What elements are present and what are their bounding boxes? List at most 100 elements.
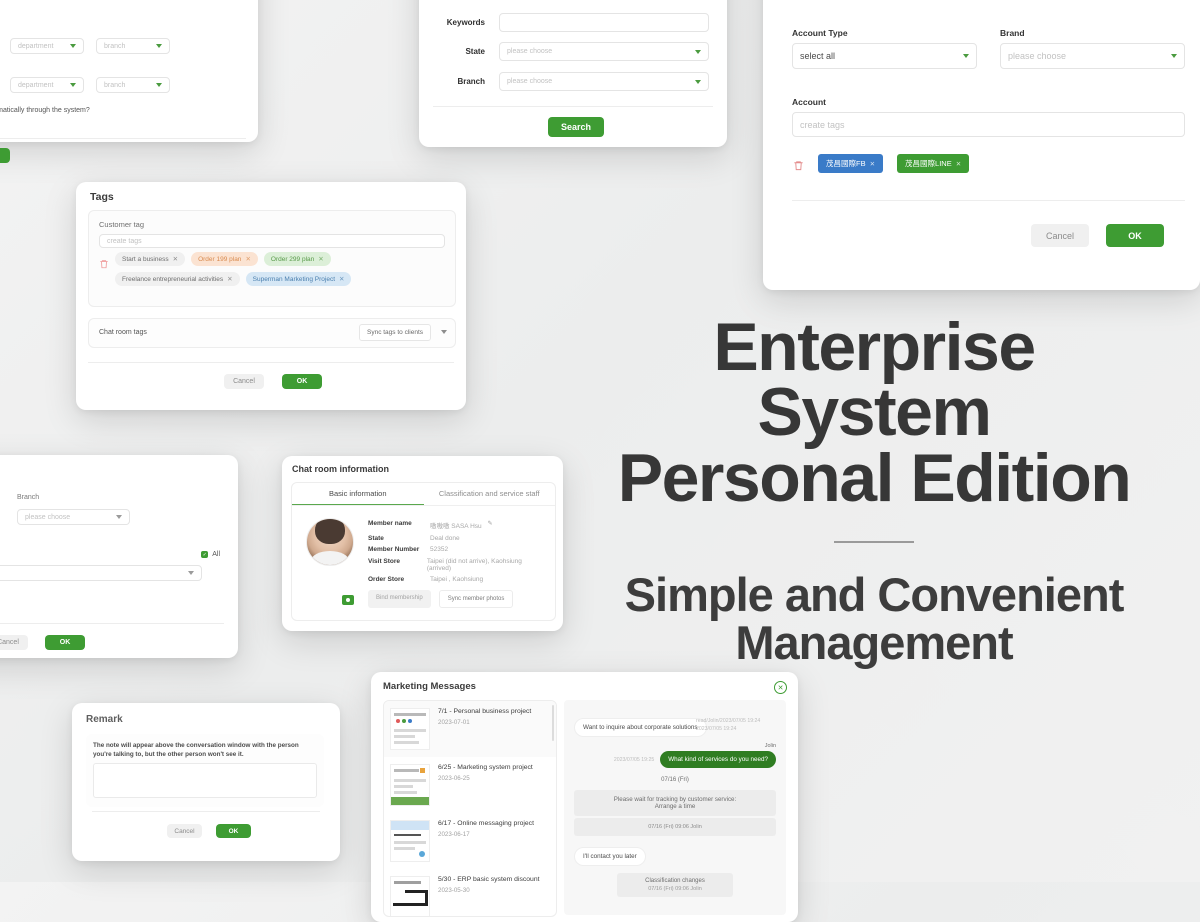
branch-ok-button[interactable]: OK — [45, 635, 85, 650]
delete-icon[interactable] — [99, 256, 110, 269]
branch-cancel-button[interactable]: Cancel — [0, 635, 28, 650]
list-item[interactable]: 7/1 - Personal business project 2023-07-… — [384, 701, 556, 757]
remark-cancel-button[interactable]: Cancel — [167, 824, 202, 838]
account-create-tags-input[interactable]: create tags — [792, 112, 1185, 137]
search-button[interactable]: Search — [548, 117, 604, 137]
keywords-input[interactable] — [499, 13, 709, 32]
remark-dialog-title: Remark — [86, 714, 123, 725]
org-divider — [0, 138, 246, 139]
chevron-down-icon — [1171, 54, 1177, 58]
hero-divider — [834, 540, 914, 543]
member-number-value: 52352 — [430, 546, 449, 553]
department-select-row2[interactable]: department — [10, 77, 84, 93]
tag-chip[interactable]: Freelance entrepreneurial activities ✕ — [115, 272, 240, 286]
all-label: All — [212, 551, 220, 558]
visit-store-row: Visit Store Taipei (did not arrive), Kao… — [368, 558, 541, 572]
marketing-message-list[interactable]: 7/1 - Personal business project 2023-07-… — [383, 700, 557, 917]
customer-tag-list: Start a business ✕ Order 199 plan ✕ Orde… — [115, 252, 445, 286]
account-type-select[interactable]: select all — [792, 43, 977, 69]
account-ok-button[interactable]: OK — [1106, 224, 1164, 247]
close-icon[interactable]: ✕ — [870, 160, 875, 168]
screenshot-stage: Enterprise System Personal Edition Simpl… — [0, 0, 1200, 922]
org-ok-button[interactable]: OK — [0, 148, 10, 163]
scrollbar[interactable] — [552, 705, 554, 741]
list-item-title: 6/25 - Marketing system project — [438, 764, 533, 771]
visit-store-key: Visit Store — [368, 557, 401, 565]
close-circle-icon[interactable]: ✕ — [774, 681, 787, 694]
account-chip-line[interactable]: 茂昌國際LINE ✕ — [897, 154, 970, 173]
close-icon[interactable]: ✕ — [245, 255, 250, 263]
chevron-down-icon — [695, 49, 701, 54]
tag-chip-label: Freelance entrepreneurial activities — [122, 275, 224, 283]
remark-panel: The note will appear above the conversat… — [86, 734, 324, 807]
order-store-value: Taipei , Kaohsiung — [430, 576, 484, 583]
chevron-down-icon[interactable] — [441, 330, 447, 334]
camera-icon[interactable] — [341, 594, 355, 606]
tags-dialog: Tags Customer tag create tags Start a bu… — [76, 182, 466, 410]
chat-room-tags-label: Chat room tags — [99, 329, 147, 336]
checkbox-checked-icon[interactable]: ✓ — [201, 551, 209, 558]
tab-basic-information[interactable]: Basic information — [292, 483, 424, 505]
account-cancel-button[interactable]: Cancel — [1031, 224, 1089, 247]
state-value: Deal done — [430, 534, 460, 542]
avatar — [306, 518, 355, 608]
branch-select-row1[interactable]: branch — [96, 38, 170, 54]
branch-dialog-branch-select[interactable]: please choose — [17, 509, 130, 525]
branch-select-row2[interactable]: branch — [96, 77, 170, 93]
list-item[interactable]: 6/25 - Marketing system project 2023-06-… — [384, 757, 556, 813]
state-select[interactable]: please choose — [499, 42, 709, 61]
tag-chip[interactable]: Superman Marketing Project ✕ — [245, 272, 352, 286]
brand-select[interactable]: please choose — [1000, 43, 1185, 69]
state-select-value: please choose — [507, 48, 553, 55]
chevron-down-icon — [156, 44, 162, 48]
chat-bubble-incoming: Want to inquire about corporate solution… — [574, 718, 707, 737]
chat-read-meta-1: read/Jolin/2023/07/05 19:24 — [696, 718, 761, 724]
close-icon[interactable]: ✕ — [318, 255, 323, 263]
state-key: State — [368, 534, 384, 542]
close-icon[interactable]: ✕ — [339, 275, 344, 283]
member-name-key: Member name — [368, 520, 412, 527]
edit-icon[interactable]: ✎ — [488, 520, 493, 530]
tags-ok-button[interactable]: OK — [282, 374, 322, 389]
tab-classification-and-service-staff[interactable]: Classification and service staff — [424, 483, 556, 505]
chevron-down-icon — [695, 79, 701, 84]
chat-bubble-outgoing: What kind of services do you need? — [660, 751, 776, 768]
sync-member-photos-button[interactable]: Sync member photos — [438, 590, 514, 608]
remark-textarea[interactable] — [93, 763, 317, 798]
branch-select-row2-value: branch — [104, 81, 126, 89]
organization-dialog: company department branch Service person… — [0, 0, 258, 163]
multi-select[interactable] — [0, 565, 202, 581]
chat-bubble-incoming-2: I'll contact you later — [574, 847, 646, 866]
tag-chip[interactable]: Start a business ✕ — [115, 252, 186, 266]
tags-cancel-button[interactable]: Cancel — [224, 374, 264, 389]
close-icon[interactable]: ✕ — [173, 255, 178, 263]
remark-ok-button[interactable]: OK — [216, 824, 251, 838]
close-icon[interactable]: ✕ — [227, 275, 232, 283]
customer-tag-input[interactable]: create tags — [99, 234, 445, 248]
branch-select[interactable]: please choose — [499, 72, 709, 91]
tag-chip[interactable]: Order 299 plan ✕ — [263, 252, 331, 266]
sync-tags-button[interactable]: Sync tags to clients — [359, 324, 431, 341]
all-checkbox-row[interactable]: ✓ All — [201, 551, 220, 558]
delete-icon[interactable] — [793, 158, 804, 171]
hero-subtitle-line2: Management — [735, 615, 1013, 669]
account-label: Account — [792, 97, 826, 107]
brand-label: Brand — [1000, 28, 1025, 38]
hero-title-line2: Personal Edition — [617, 439, 1132, 516]
account-chip-line-label: 茂昌國際LINE — [905, 159, 952, 168]
account-chip-fb[interactable]: 茂昌國際FB ✕ — [818, 154, 884, 173]
tag-chip-label: Start a business — [122, 255, 169, 263]
chevron-down-icon — [116, 515, 122, 519]
department-select-row1[interactable]: department — [10, 38, 84, 54]
branch-select-row1-value: branch — [104, 42, 126, 50]
account-chip-fb-label: 茂昌國際FB — [826, 159, 866, 168]
member-details: Member name 嗷嗷嗷 SASA Hsu ✎ State Deal do… — [368, 518, 541, 608]
list-item[interactable]: 5/30 - ERP basic system discount 2023-05… — [384, 869, 556, 916]
marketing-chat-preview: Want to inquire about corporate solution… — [564, 700, 786, 915]
bind-membership-button[interactable]: Bind membership — [368, 590, 431, 608]
list-item[interactable]: 6/17 - Online messaging project 2023-06-… — [384, 813, 556, 869]
tag-chip[interactable]: Order 199 plan ✕ — [191, 252, 258, 266]
chevron-down-icon — [70, 83, 76, 87]
branch-dialog-branch-value: please choose — [25, 513, 71, 521]
close-icon[interactable]: ✕ — [956, 160, 961, 168]
